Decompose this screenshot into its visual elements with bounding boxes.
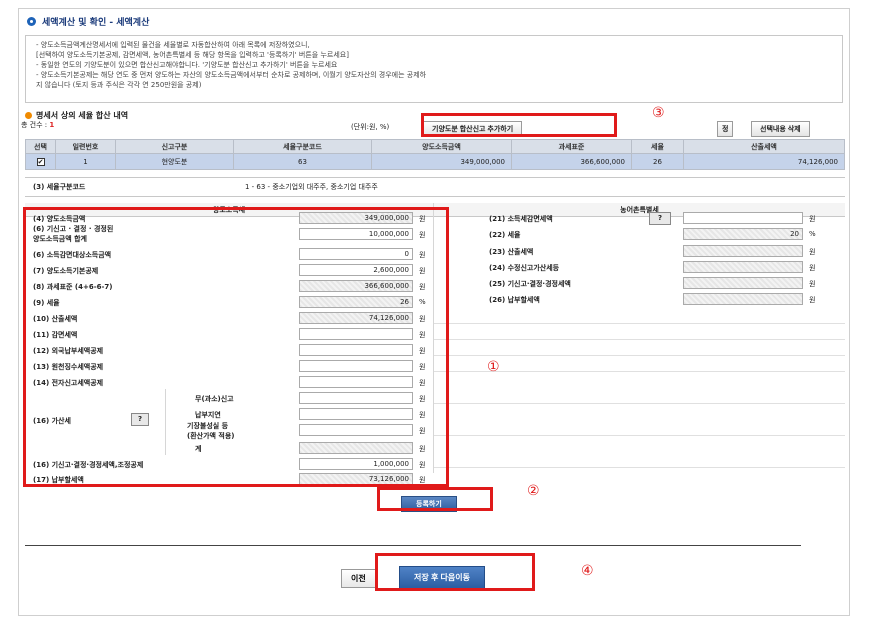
row-checkbox-cell[interactable]: ✔ [25,153,56,170]
annotation-marker-3: ③ [652,105,665,121]
row-separator [434,435,845,436]
cell-no: 1 [55,153,116,170]
unit-label: (단위:원, %) [351,123,390,131]
section-bullet-icon [25,112,32,119]
annotation-marker-2: ② [527,483,540,499]
rural-payable-tax-field [683,293,803,305]
main-frame: 세액계산 및 확인 - 세액계산 - 양도소득금액계산명세서에 입력된 물건을 … [18,8,850,616]
field-label: (23) 산출세액 [489,247,534,256]
cell-type: 현양도분 [115,153,234,170]
notice-line: - 양도소득기본공제는 해당 연도 중 먼저 양도하는 자산의 양도소득금액에서… [36,71,427,79]
notice-line: - 양도소득금액계산명세서에 입력된 물건을 세율별로 자동합산하여 아래 목록… [36,41,310,49]
field-label: (22) 세율 [489,230,521,239]
row-separator [434,355,845,356]
bottom-divider [25,545,801,546]
total-count-label: 총 건수 : [21,121,48,129]
col-header: 세율 [631,139,684,154]
unit-text: 원 [809,264,816,272]
annotation-box-4 [375,553,535,591]
page-title: 세액계산 및 확인 - 세액계산 [42,18,150,28]
annotation-marker-4: ④ [581,563,594,579]
edit-button[interactable]: 정 [717,121,734,137]
title-bullet-icon [27,17,36,26]
col-header: 과세표준 [511,139,632,154]
row-separator [434,403,845,404]
col-header: 일련번호 [55,139,116,154]
field-row: (21) 소득세감면세액 [489,211,553,226]
unit-text: 원 [809,280,816,288]
annotation-box-2 [377,487,493,511]
tax-rate-summary-table: 선택 일련번호 신고구분 세율구분코드 양도소득금액 과세표준 세율 산출세액 … [25,139,845,170]
annotation-box-1 [23,207,449,487]
col-header: 세율구분코드 [233,139,372,154]
cell-base: 366,600,000 [511,153,632,170]
previous-button[interactable]: 이전 [341,569,376,588]
table-row[interactable]: ✔ 1 현양도분 63 349,000,000 366,600,000 26 7… [25,153,845,170]
col-header: 산출세액 [683,139,845,154]
field-label: (25) 기신고·결정·경정세액 [489,279,571,288]
notice-line: - 동일한 연도의 기양도분이 있으면 합산신고해야합니다. '기양도분 합산신… [36,61,338,69]
field-row: (23) 산출세액 [489,244,533,259]
amended-penalty-field [683,261,803,273]
rural-computed-tax-field [683,245,803,257]
rural-prior-tax-field [683,277,803,289]
tax-code-row: (3) 세율구분코드 1 - 63 - 중소기업외 대주주, 중소기업 대주주 [25,177,845,197]
unit-text: 원 [809,248,816,256]
unit-text: 원 [809,296,816,304]
cell-rate: 26 [631,153,684,170]
tax-code-value: 1 - 63 - 중소기업외 대주주, 중소기업 대주주 [245,183,378,191]
row-separator [434,467,845,468]
field-row: (22) 세율 [489,227,520,242]
field-row: (25) 기신고·결정·경정세액 [489,276,571,291]
field-label: (26) 납부할세액 [489,295,540,304]
cell-tax: 74,126,000 [683,153,845,170]
total-count: 총 건수 : 1 [21,120,54,130]
field-label: (21) 소득세감면세액 [489,214,553,223]
annotation-marker-1: ① [487,359,500,375]
cell-income: 349,000,000 [371,153,512,170]
field-row: (26) 납부할세액 [489,292,540,307]
income-tax-reduction-input[interactable] [683,212,803,224]
notice-line: 지 않습니다 (토지 등과 주식은 각각 연 250만원을 공제) [36,81,202,89]
cell-code: 63 [233,153,372,170]
col-header: 양도소득금액 [371,139,512,154]
tax-code-label: (3) 세율구분코드 [33,183,86,191]
unit-text: % [809,230,816,238]
notice-line: [선택하여 양도소득기본공제, 감면세액, 농어촌특별세 등 해당 항목을 입력… [36,51,349,59]
row-separator [434,339,845,340]
unit-text: 원 [809,215,816,223]
notice-box: - 양도소득금액계산명세서에 입력된 물건을 세율별로 자동합산하여 아래 목록… [25,35,843,103]
row-checkbox[interactable]: ✔ [36,157,45,166]
total-count-value: 1 [49,121,55,129]
delete-selected-button[interactable]: 선택내용 삭제 [751,121,810,137]
row-separator [434,323,845,324]
annotation-box-3 [421,113,617,137]
table-header-row: 선택 일련번호 신고구분 세율구분코드 양도소득금액 과세표준 세율 산출세액 [25,139,845,154]
field-label: (24) 수정신고가산세등 [489,263,560,272]
field-row: (24) 수정신고가산세등 [489,260,559,275]
col-header: 선택 [25,139,56,154]
page-header: 세액계산 및 확인 - 세액계산 [27,15,149,28]
reduction-help-button[interactable]: ? [649,212,671,225]
col-header: 신고구분 [115,139,234,154]
rural-tax-rate-field: 20 [683,228,803,240]
